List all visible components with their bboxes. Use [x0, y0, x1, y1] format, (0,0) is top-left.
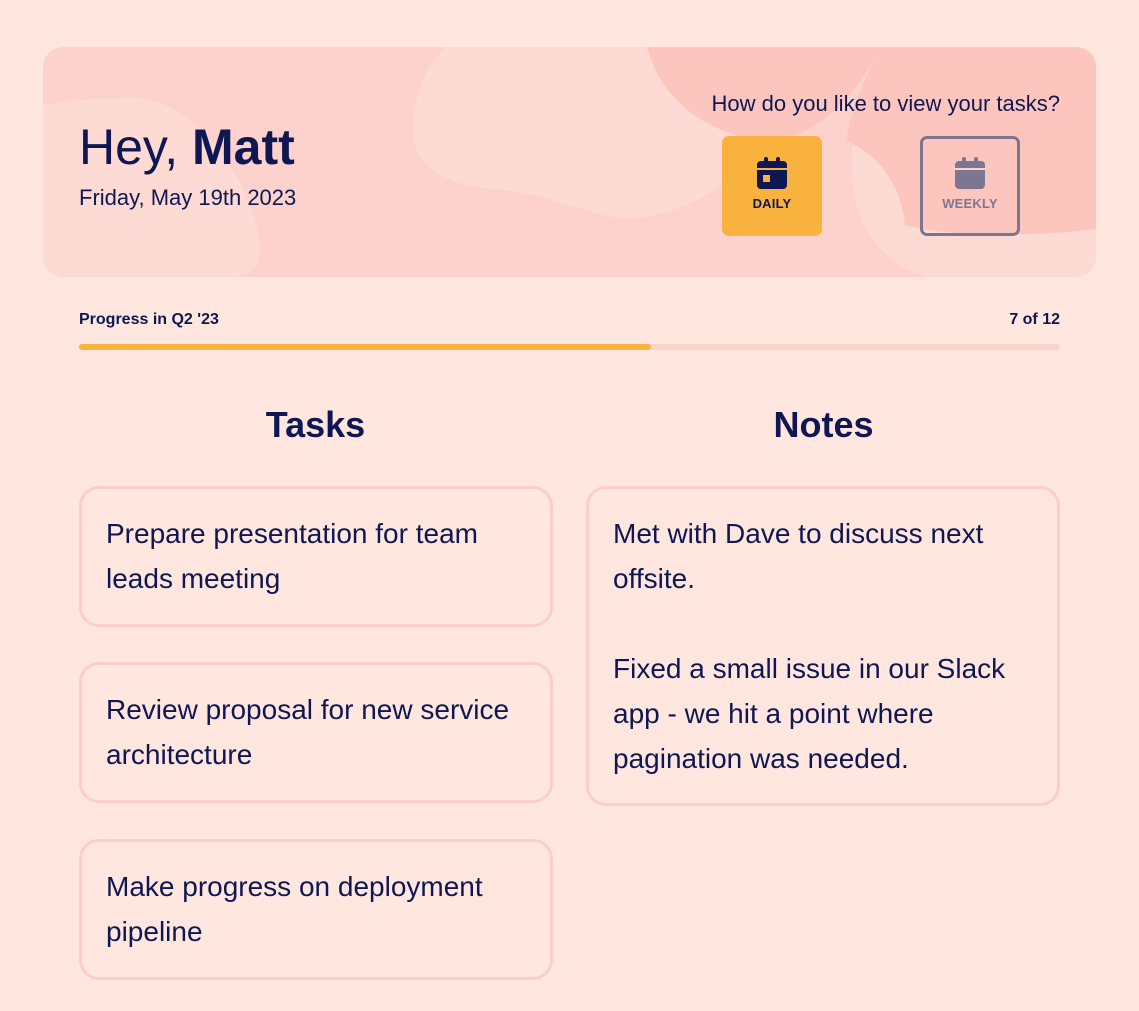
task-card[interactable]: Make progress on deployment pipeline	[79, 839, 553, 980]
progress-bar	[79, 344, 1060, 350]
calendar-icon	[757, 157, 787, 189]
task-card[interactable]: Review proposal for new service architec…	[79, 662, 553, 803]
note-paragraph: Fixed a small issue in our Slack app - w…	[613, 653, 1006, 774]
task-card[interactable]: Prepare presentation for team leads meet…	[79, 486, 553, 627]
progress-label: Progress in Q2 '23	[79, 311, 219, 328]
notes-card[interactable]: Met with Dave to discuss next offsite. F…	[586, 486, 1060, 806]
progress-count: 7 of 12	[1009, 311, 1060, 328]
tasks-heading: Tasks	[265, 404, 366, 445]
weekly-view-button[interactable]: WEEKLY	[920, 136, 1020, 236]
note-paragraph: Met with Dave to discuss next offsite.	[613, 518, 984, 594]
task-text: Review proposal for new service architec…	[106, 694, 510, 770]
progress-bar-fill	[79, 344, 652, 350]
greeting-prefix: Hey,	[79, 119, 179, 175]
current-date: Friday, May 19th 2023	[79, 185, 297, 210]
view-mode-question: How do you like to view your tasks?	[711, 91, 1061, 116]
header-banner: Hey, Matt Friday, May 19th 2023 How do y…	[43, 47, 1096, 277]
greeting-heading: Hey, Matt	[79, 117, 295, 177]
daily-view-button[interactable]: DAILY	[722, 136, 822, 236]
user-name: Matt	[192, 119, 295, 175]
weekly-view-label: WEEKLY	[942, 196, 998, 211]
task-text: Make progress on deployment pipeline	[106, 871, 483, 947]
task-text: Prepare presentation for team leads meet…	[106, 518, 478, 594]
calendar-icon	[955, 157, 985, 189]
notes-heading: Notes	[773, 404, 874, 445]
daily-view-label: DAILY	[752, 196, 792, 211]
